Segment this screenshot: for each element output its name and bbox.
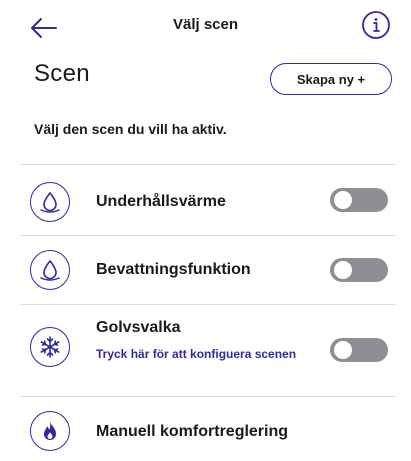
info-button[interactable] [361,10,391,40]
toggle-knob [334,341,352,359]
water-drop-icon [30,182,70,222]
create-new-scene-button[interactable]: Skapa ny + [270,63,392,95]
toggle-knob [334,261,352,279]
toggle-knob [334,191,352,209]
info-icon [362,11,390,39]
scene-label: Golvsvalka [96,319,181,336]
scene-label: Bevattningsfunktion [96,261,251,278]
scene-toggle[interactable] [330,188,388,212]
scene-row-manuell-komfortreglering[interactable]: Manuell komfortreglering [0,397,411,461]
page-title: Välj scen [172,16,239,33]
scene-toggle[interactable] [330,258,388,282]
section-title: Scen [34,60,90,87]
scene-row-underhallsvarme[interactable]: Underhållsvärme [0,165,411,235]
scene-toggle[interactable] [330,338,388,362]
section-description: Välj den scen du vill ha aktiv. [34,121,227,137]
scene-label: Manuell komfortreglering [96,423,289,440]
scene-row-golvsvalka[interactable]: Golvsvalka Tryck här för att konfiguera … [0,305,411,396]
snowflake-icon [30,327,70,367]
configure-scene-link[interactable]: Tryck här för att konfiguera scenen [96,346,306,363]
water-drop-icon [30,250,70,290]
top-bar: Välj scen [0,0,411,56]
flame-icon [30,411,70,451]
scene-row-bevattningsfunktion[interactable]: Bevattningsfunktion [0,236,411,304]
scene-label: Underhållsvärme [96,193,226,210]
